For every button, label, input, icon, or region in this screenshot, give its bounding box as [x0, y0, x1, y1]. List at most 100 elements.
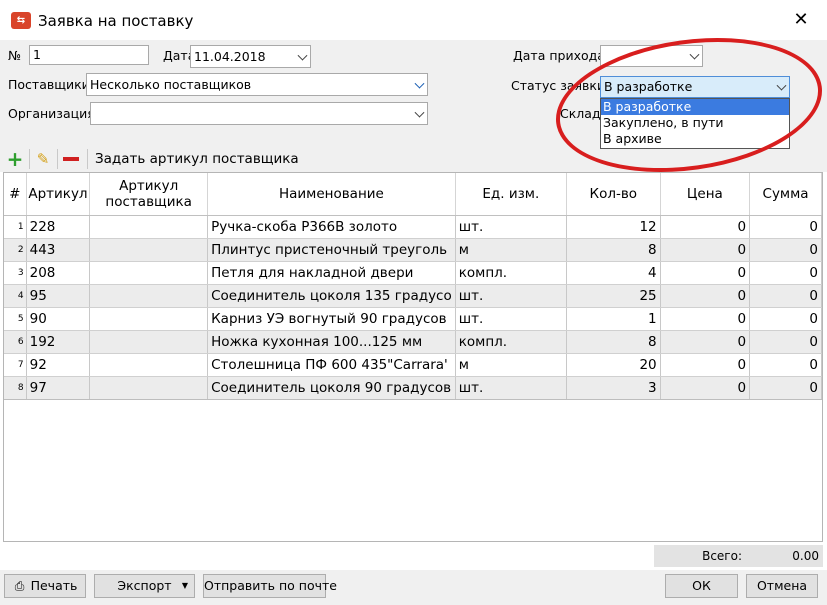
cell-unit[interactable]: шт. [455, 215, 567, 239]
table-row[interactable]: 8 97 Соединитель цоколя 90 градусов шт. … [4, 376, 822, 400]
status-select[interactable]: В разработке [600, 76, 790, 98]
cell-price[interactable]: 0 [660, 307, 751, 331]
cell-article[interactable]: 95 [26, 284, 91, 308]
column-header-name[interactable]: Наименование [207, 173, 456, 216]
column-header-number[interactable]: # [4, 173, 27, 216]
status-option-archived[interactable]: В архиве [601, 131, 789, 147]
cell-supplier-article[interactable] [89, 353, 209, 377]
cell-article[interactable]: 97 [26, 376, 91, 400]
chevron-down-icon[interactable] [414, 107, 425, 118]
cell-article[interactable]: 443 [26, 238, 91, 262]
remove-icon[interactable] [63, 157, 79, 161]
cell-supplier-article[interactable] [89, 376, 209, 400]
column-header-unit[interactable]: Ед. изм. [455, 173, 567, 216]
cell-sum[interactable]: 0 [749, 238, 822, 262]
cell-name[interactable]: Соединитель цоколя 90 градусов [207, 376, 456, 400]
table-row[interactable]: 3 208 Петля для накладной двери компл. 4… [4, 261, 822, 285]
cancel-button[interactable]: Отмена [746, 574, 818, 598]
close-icon[interactable]: ✕ [789, 8, 813, 32]
cell-unit[interactable]: компл. [455, 330, 567, 354]
cell-sum[interactable]: 0 [749, 376, 822, 400]
chevron-down-icon[interactable] [776, 80, 787, 91]
cell-quantity[interactable]: 8 [566, 330, 661, 354]
cell-unit[interactable]: м [455, 353, 567, 377]
cell-name[interactable]: Карниз УЭ вогнутый 90 градусов [207, 307, 456, 331]
cell-supplier-article[interactable] [89, 330, 209, 354]
cell-price[interactable]: 0 [660, 284, 751, 308]
cell-supplier-article[interactable] [89, 284, 209, 308]
chevron-down-icon[interactable] [297, 50, 308, 61]
send-email-button[interactable]: Отправить по почте [203, 574, 337, 598]
column-header-supplier-article[interactable]: Артикул поставщика [89, 173, 209, 216]
column-header-sum[interactable]: Сумма [749, 173, 822, 216]
cell-sum[interactable]: 0 [749, 330, 822, 354]
cell-name[interactable]: Ручка-скоба Р366В золото [207, 215, 456, 239]
column-header-quantity[interactable]: Кол-во [566, 173, 661, 216]
cell-sum[interactable]: 0 [749, 307, 822, 331]
cell-price[interactable]: 0 [660, 238, 751, 262]
add-icon[interactable]: + [6, 149, 24, 169]
cell-unit[interactable]: компл. [455, 261, 567, 285]
cell-supplier-article[interactable] [89, 215, 209, 239]
cell-article[interactable]: 208 [26, 261, 91, 285]
cell-sum[interactable]: 0 [749, 353, 822, 377]
cell-supplier-article[interactable] [89, 238, 209, 262]
cell-name[interactable]: Соединитель цоколя 135 градусо [207, 284, 456, 308]
ok-button[interactable]: ОК [665, 574, 738, 598]
cell-unit[interactable]: шт. [455, 307, 567, 331]
cell-supplier-article[interactable] [89, 261, 209, 285]
print-button[interactable]: ⎙ Печать [4, 574, 86, 598]
cell-price[interactable]: 0 [660, 376, 751, 400]
cell-quantity[interactable]: 8 [566, 238, 661, 262]
cell-name[interactable]: Плинтус пристеночный треуголь [207, 238, 456, 262]
table-row[interactable]: 1 228 Ручка-скоба Р366В золото шт. 12 0 … [4, 215, 822, 239]
cell-sum[interactable]: 0 [749, 261, 822, 285]
cell-quantity[interactable]: 25 [566, 284, 661, 308]
cell-name[interactable]: Столешница ПФ 600 435"Carrara' [207, 353, 456, 377]
cell-article[interactable]: 228 [26, 215, 91, 239]
status-option-in-development[interactable]: В разработке [601, 99, 789, 115]
cell-quantity[interactable]: 4 [566, 261, 661, 285]
row-number: 2 [4, 238, 27, 262]
table-row[interactable]: 7 92 Столешница ПФ 600 435"Carrara' м 20… [4, 353, 822, 377]
number-field[interactable]: 1 [29, 45, 149, 65]
cell-unit[interactable]: шт. [455, 376, 567, 400]
date-picker[interactable]: 11.04.2018 [190, 45, 311, 68]
table-row[interactable]: 6 192 Ножка кухонная 100...125 мм компл.… [4, 330, 822, 354]
suppliers-label: Поставщики [8, 77, 90, 92]
cell-unit[interactable]: м [455, 238, 567, 262]
cell-sum[interactable]: 0 [749, 215, 822, 239]
chevron-down-icon[interactable] [414, 78, 425, 89]
chevron-down-icon[interactable] [689, 49, 700, 60]
cell-name[interactable]: Петля для накладной двери [207, 261, 456, 285]
table-row[interactable]: 5 90 Карниз УЭ вогнутый 90 градусов шт. … [4, 307, 822, 331]
arrival-date-picker[interactable] [600, 45, 703, 67]
cell-supplier-article[interactable] [89, 307, 209, 331]
cell-price[interactable]: 0 [660, 353, 751, 377]
cell-quantity[interactable]: 3 [566, 376, 661, 400]
cell-name[interactable]: Ножка кухонная 100...125 мм [207, 330, 456, 354]
cell-price[interactable]: 0 [660, 330, 751, 354]
cell-quantity[interactable]: 12 [566, 215, 661, 239]
cell-price[interactable]: 0 [660, 261, 751, 285]
column-header-article[interactable]: Артикул [26, 173, 91, 216]
status-option-purchased-in-transit[interactable]: Закуплено, в пути [601, 115, 789, 131]
cell-article[interactable]: 92 [26, 353, 91, 377]
cell-unit[interactable]: шт. [455, 284, 567, 308]
cell-article[interactable]: 90 [26, 307, 91, 331]
status-label: Статус заявки [511, 78, 606, 93]
cell-sum[interactable]: 0 [749, 284, 822, 308]
column-header-price[interactable]: Цена [660, 173, 751, 216]
pencil-edit-icon[interactable]: ✎ [34, 150, 52, 168]
cell-price[interactable]: 0 [660, 215, 751, 239]
suppliers-select[interactable]: Несколько поставщиков [86, 73, 428, 96]
set-supplier-article-button[interactable]: Задать артикул поставщика [95, 151, 299, 167]
cell-quantity[interactable]: 20 [566, 353, 661, 377]
cell-quantity[interactable]: 1 [566, 307, 661, 331]
suppliers-value: Несколько поставщиков [90, 77, 252, 92]
organization-select[interactable] [90, 102, 428, 125]
export-button[interactable]: Экспорт ▼ [94, 574, 195, 598]
cell-article[interactable]: 192 [26, 330, 91, 354]
table-row[interactable]: 2 443 Плинтус пристеночный треуголь м 8 … [4, 238, 822, 262]
table-row[interactable]: 4 95 Соединитель цоколя 135 градусо шт. … [4, 284, 822, 308]
